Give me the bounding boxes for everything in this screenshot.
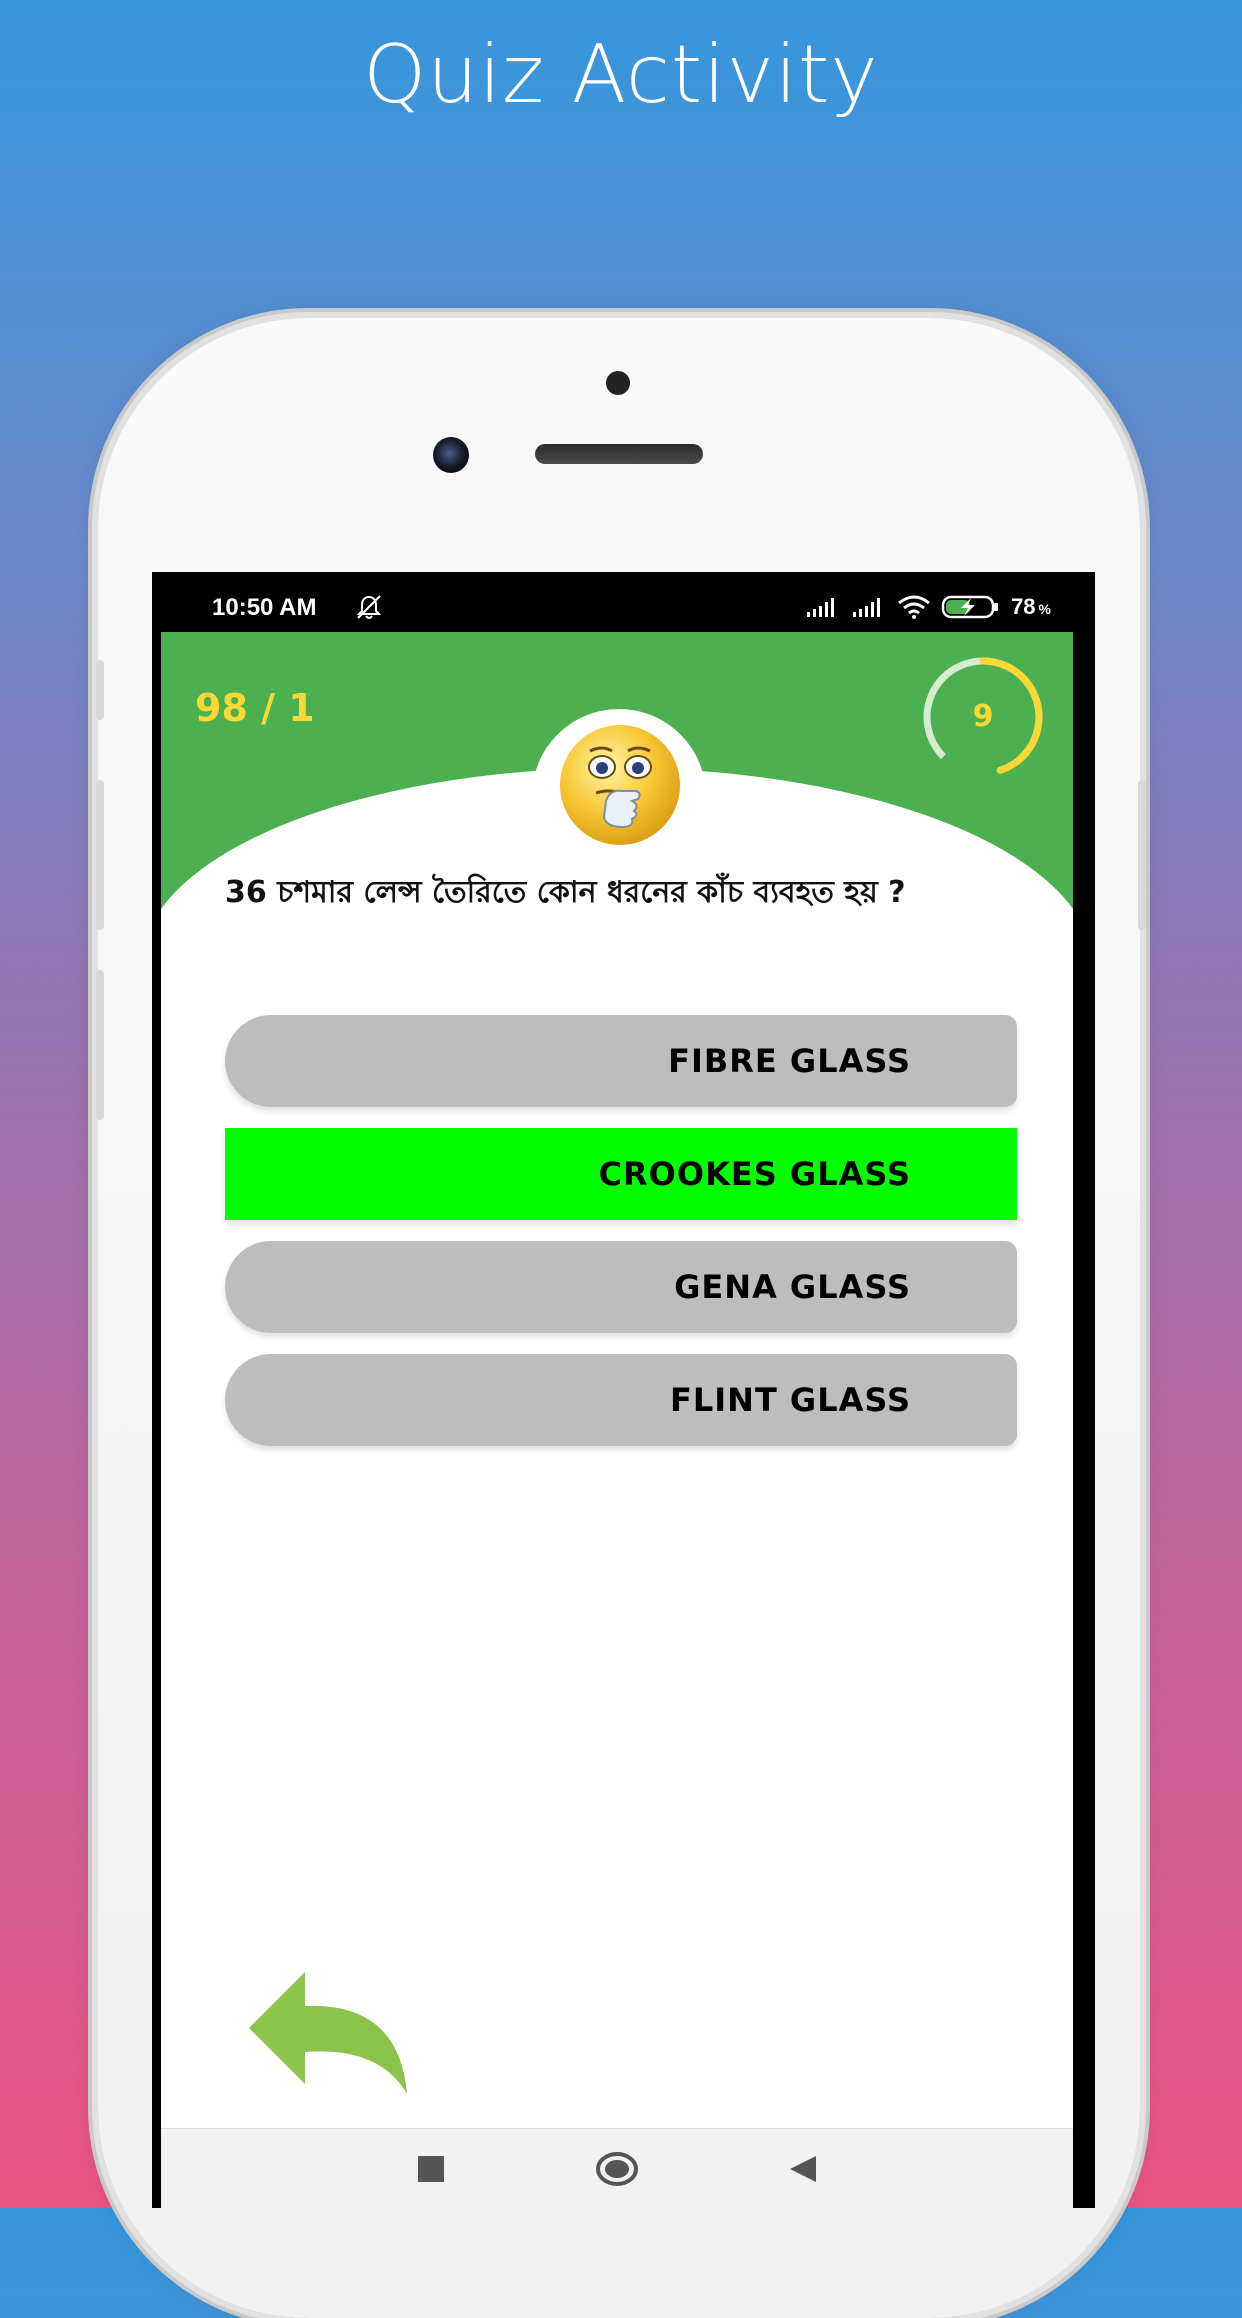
bell-muted-icon <box>356 595 382 619</box>
phone-volume-up-button <box>96 780 104 930</box>
recents-square-icon <box>418 2156 444 2182</box>
answer-option-1[interactable]: FIBRE GLASS <box>225 1015 1017 1107</box>
signal-icon-2 <box>853 598 881 617</box>
home-circle-icon <box>596 2152 638 2186</box>
question-text: 36 চশমার লেন্স তৈরিতে কোন ধরনের কাঁচ ব্য… <box>225 875 906 910</box>
answer-option-2[interactable]: CROOKES GLASS <box>225 1128 1017 1220</box>
recents-button[interactable] <box>409 2147 453 2191</box>
page-banner-title: Quiz Activity <box>363 28 879 121</box>
phone-screen: 10:50 AM 78 % 98 / 1 9 36 চশমার লেন্স তৈ… <box>152 572 1085 2208</box>
question-progress: 98 / 1 <box>195 686 315 730</box>
android-nav-bar <box>161 2128 1073 2208</box>
proximity-sensor-icon <box>606 371 630 395</box>
screen-edge <box>1085 572 1095 2208</box>
thinking-emoji-icon <box>560 725 680 845</box>
status-icons: 78% <box>805 592 1051 622</box>
signal-icon <box>807 598 835 617</box>
back-triangle-icon <box>790 2156 816 2182</box>
back-arrow-icon[interactable] <box>249 1972 409 2100</box>
front-camera-icon <box>433 437 469 473</box>
phone-side-button <box>96 660 104 720</box>
phone-volume-down-button <box>96 970 104 1120</box>
quiz-app: 98 / 1 9 36 চশমার লেন্স তৈরিতে কোন ধরনের… <box>161 632 1073 2208</box>
battery-charging-icon <box>941 595 999 619</box>
answer-option-4[interactable]: FLINT GLASS <box>225 1354 1017 1446</box>
status-time: 10:50 AM <box>212 594 317 621</box>
timer-value: 9 <box>972 699 994 734</box>
status-bar: 10:50 AM 78 % <box>152 572 1085 632</box>
wifi-icon <box>898 595 930 619</box>
phone-power-button <box>1138 780 1146 930</box>
answer-option-3[interactable]: GENA GLASS <box>225 1241 1017 1333</box>
countdown-timer: 9 <box>918 652 1048 782</box>
earpiece-speaker <box>535 444 703 464</box>
nav-back-button[interactable] <box>781 2147 825 2191</box>
battery-level: 78% <box>1011 594 1051 619</box>
home-button[interactable] <box>595 2147 639 2191</box>
